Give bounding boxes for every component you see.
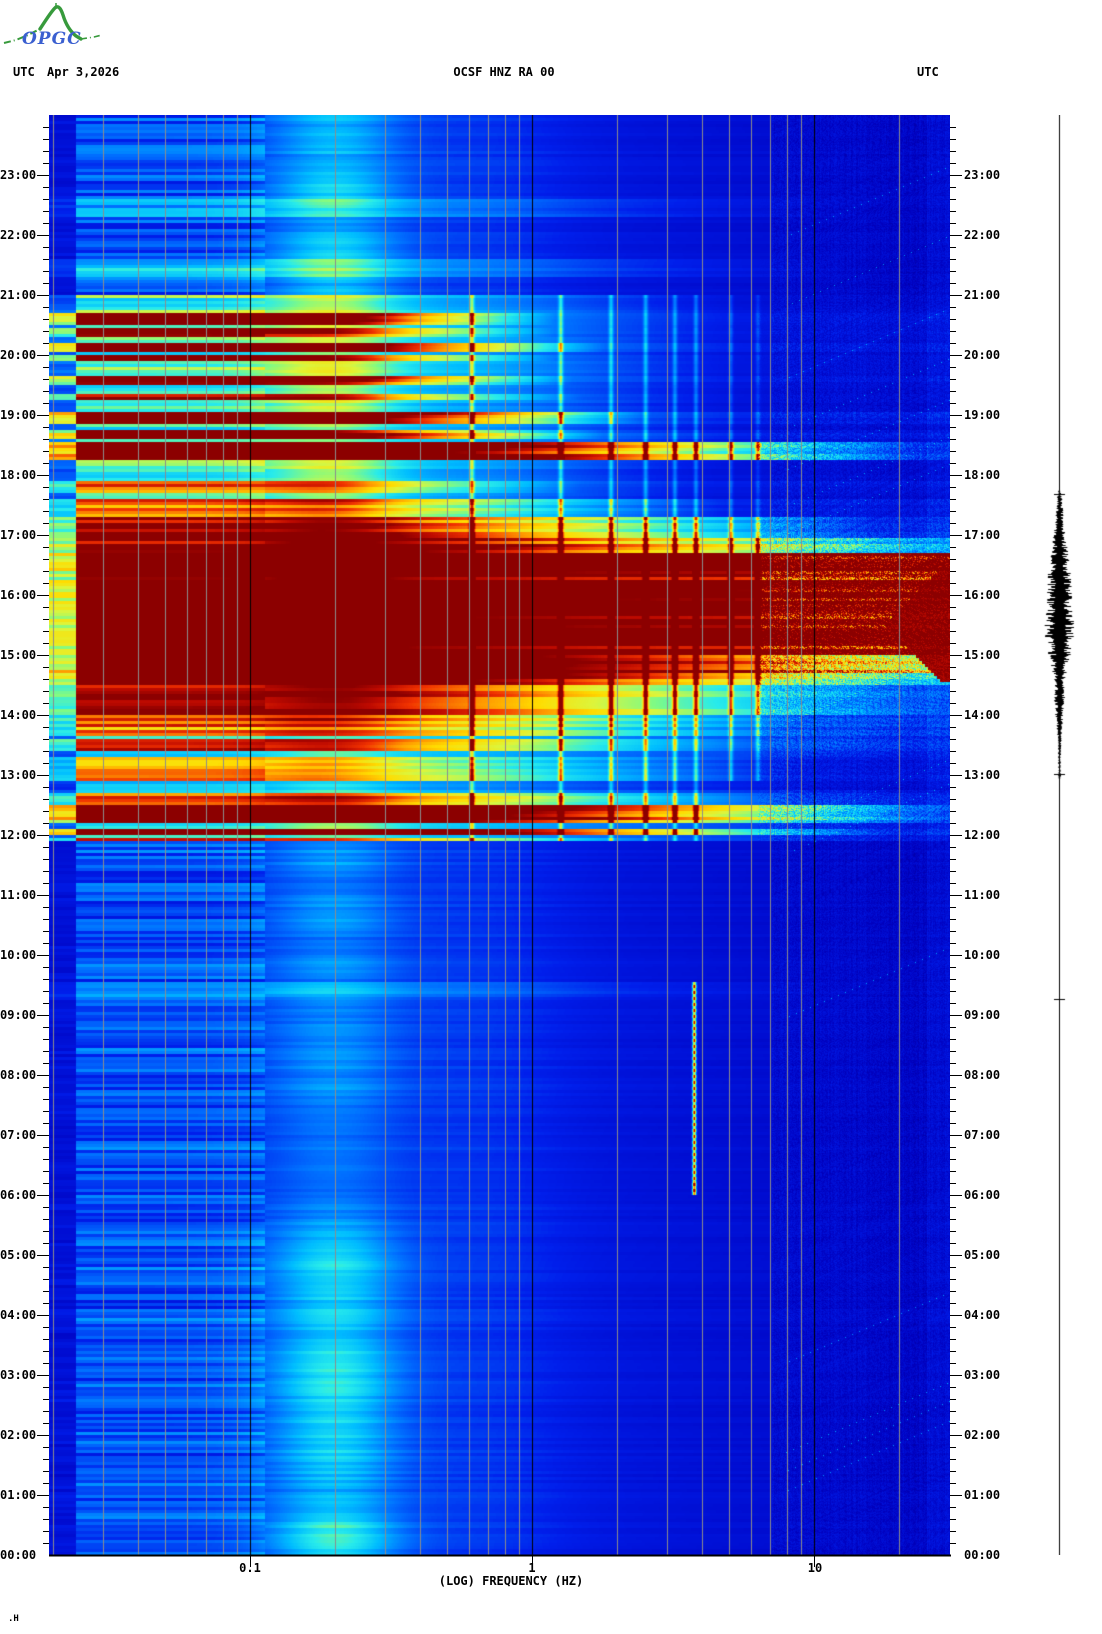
time-label-r-0700: 07:00 [964, 1128, 1001, 1142]
opgc-logo: OPGC [3, 3, 103, 49]
freq-axis-title: (LOG) FREQUENCY (HZ) [438, 1574, 584, 1588]
time-label-r-0500: 05:00 [964, 1248, 1001, 1262]
time-label-l-1500: 15:00 [0, 648, 37, 662]
time-label-l-0100: 01:00 [0, 1488, 37, 1502]
time-label-l-0900: 09:00 [0, 1008, 37, 1022]
utc-label-right: UTC [917, 65, 939, 79]
time-label-l-0800: 08:00 [0, 1068, 37, 1082]
time-label-r-0800: 08:00 [964, 1068, 1001, 1082]
time-label-r-1500: 15:00 [964, 648, 1001, 662]
time-label-r-2000: 20:00 [964, 348, 1001, 362]
time-label-l-0500: 05:00 [0, 1248, 37, 1262]
spectrogram-canvas [49, 115, 950, 1555]
time-label-l-2300: 23:00 [0, 168, 37, 182]
time-label-l-1100: 11:00 [0, 888, 37, 902]
time-label-l-1900: 19:00 [0, 408, 37, 422]
time-label-l-2100: 21:00 [0, 288, 37, 302]
time-label-l-1800: 18:00 [0, 468, 37, 482]
plot-title: OCSF HNZ RA 00 [453, 65, 555, 79]
logo-text: OPGC [22, 29, 82, 49]
time-label-r-0300: 03:00 [964, 1368, 1001, 1382]
utc-label-left: UTC [13, 65, 35, 79]
time-label-l-2000: 20:00 [0, 348, 37, 362]
time-label-r-0200: 02:00 [964, 1428, 1001, 1442]
time-label-r-2100: 21:00 [964, 288, 1001, 302]
time-label-r-1800: 18:00 [964, 468, 1001, 482]
time-label-l-1200: 12:00 [0, 828, 37, 842]
time-label-l-0700: 07:00 [0, 1128, 37, 1142]
time-label-l-1700: 17:00 [0, 528, 37, 542]
time-label-r-0400: 04:00 [964, 1308, 1001, 1322]
corner-mark: .H [8, 1614, 19, 1624]
date-label: Apr 3,2026 [47, 65, 120, 79]
time-label-r-0900: 09:00 [964, 1008, 1001, 1022]
time-label-r-1200: 12:00 [964, 828, 1001, 842]
time-label-l-0600: 06:00 [0, 1188, 37, 1202]
seismogram-trace-canvas [1041, 115, 1081, 1555]
time-label-r-1600: 16:00 [964, 588, 1001, 602]
time-label-r-0000: 00:00 [964, 1548, 1001, 1562]
time-label-l-2200: 22:00 [0, 228, 37, 242]
time-label-r-0100: 01:00 [964, 1488, 1001, 1502]
time-label-r-2300: 23:00 [964, 168, 1001, 182]
time-label-r-1900: 19:00 [964, 408, 1001, 422]
time-label-r-1400: 14:00 [964, 708, 1001, 722]
time-label-r-1700: 17:00 [964, 528, 1001, 542]
time-label-l-1000: 10:00 [0, 948, 37, 962]
time-label-r-2200: 22:00 [964, 228, 1001, 242]
time-label-l-1300: 13:00 [0, 768, 37, 782]
freq-tick-label-10: 10 [807, 1561, 823, 1575]
time-label-r-1300: 13:00 [964, 768, 1001, 782]
time-label-l-1600: 16:00 [0, 588, 37, 602]
time-label-l-1400: 14:00 [0, 708, 37, 722]
time-label-r-1000: 10:00 [964, 948, 1001, 962]
freq-tick-label-1: 1 [528, 1561, 536, 1575]
sgram-page: OPGC UTC Apr 3,2026 OCSF HNZ RA 00 UTC 2… [0, 0, 1102, 1634]
time-label-l-0200: 02:00 [0, 1428, 37, 1442]
time-label-l-0000: 00:00 [0, 1548, 37, 1562]
time-label-r-1100: 11:00 [964, 888, 1001, 902]
time-label-r-0600: 06:00 [964, 1188, 1001, 1202]
freq-tick-label-0.1: 0.1 [239, 1561, 261, 1575]
time-label-l-0400: 04:00 [0, 1308, 37, 1322]
time-label-l-0300: 03:00 [0, 1368, 37, 1382]
